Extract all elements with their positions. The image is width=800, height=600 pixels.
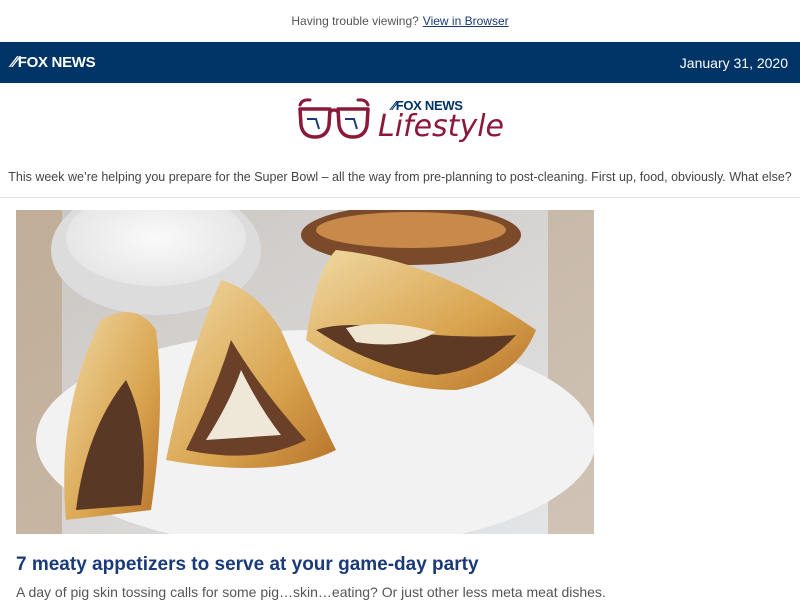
article-headline[interactable]: 7 meaty appetizers to serve at your game…: [16, 554, 784, 576]
article-summary: A day of pig skin tossing calls for some…: [16, 584, 606, 600]
issue-date: January 31, 2020: [679, 54, 788, 71]
fox-slash-icon: ⁄⁄: [12, 53, 17, 71]
tacos-photo: [16, 210, 594, 534]
article-card: 7 meaty appetizers to serve at your game…: [0, 198, 800, 600]
trouble-viewing-text: Having trouble viewing?: [291, 14, 419, 28]
view-in-browser-bar: Having trouble viewing? View in Browser: [0, 0, 800, 42]
top-nav: ⁄⁄ FOX NEWS January 31, 2020: [0, 42, 800, 83]
lifestyle-logo[interactable]: ⁄⁄FOX NEWS Lifestyle: [0, 83, 800, 157]
view-in-browser-link[interactable]: View in Browser: [423, 14, 509, 28]
fox-news-logo[interactable]: ⁄⁄ FOX NEWS: [12, 53, 96, 72]
intro-text: This week we’re helping you prepare for …: [8, 170, 792, 184]
article-hero-image[interactable]: [16, 210, 594, 534]
fox-news-wordmark: FOX NEWS: [17, 54, 96, 71]
lifestyle-wordmark: Lifestyle: [377, 108, 504, 144]
glasses-icon: [298, 98, 370, 139]
